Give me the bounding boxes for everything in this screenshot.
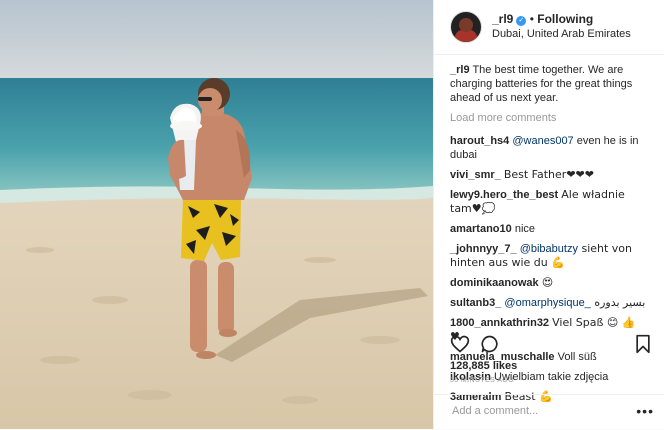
comment-username[interactable]: amartano10 [450, 223, 512, 235]
comment: amartano10 nice [450, 222, 648, 236]
more-options-icon[interactable]: ••• [636, 403, 654, 419]
username-link[interactable]: _rl9 [492, 12, 513, 26]
caption: _rl9 The best time together. We are char… [450, 63, 648, 105]
caption-username[interactable]: _rl9 [450, 64, 470, 76]
comment-icon[interactable] [480, 334, 500, 354]
bookmark-icon[interactable] [634, 334, 652, 354]
comment: vivi_smr_ Best Father❤❤❤ [450, 168, 648, 182]
post-timestamp: 55 MINUTES AGO [450, 377, 514, 384]
comment-text: Best Father❤❤❤ [503, 168, 594, 181]
load-more-comments-button[interactable]: Load more comments [450, 111, 648, 125]
comment-input[interactable] [450, 404, 634, 418]
comment-mention[interactable]: @omarphysique_ [504, 297, 590, 309]
verified-badge-icon: ✓ [516, 16, 527, 26]
comment: lewy9.hero_the_best Ale władnie tam♥💭 [450, 188, 648, 216]
likes-count[interactable]: 128,885 likes [450, 360, 517, 372]
comment-mention[interactable]: @wanes007 [512, 135, 573, 147]
comment-username[interactable]: harout_hs4 [450, 135, 509, 147]
comment: dominikaanowak 😍 [450, 276, 648, 290]
add-comment-bar: ••• [434, 394, 664, 430]
comment-username[interactable]: 1800_annkathrin32 [450, 317, 549, 329]
comment-username[interactable]: sultanb3_ [450, 297, 501, 309]
comment: _johnnyy_7_ @bibabutzy sieht von hinten … [450, 242, 648, 270]
header-separator: • [529, 12, 534, 26]
comment-text: 😍 [541, 276, 554, 289]
post-header: _rl9 ✓ • Following Dubai, United Arab Emi… [434, 0, 664, 55]
instagram-post: _rl9 ✓ • Following Dubai, United Arab Emi… [0, 0, 664, 429]
comment-username[interactable]: dominikaanowak [450, 277, 539, 289]
comment-text: بسير بدوره [590, 296, 646, 309]
comment-text: nice [514, 223, 536, 235]
post-photo[interactable] [0, 0, 433, 429]
post-sidebar: _rl9 ✓ • Following Dubai, United Arab Emi… [433, 0, 664, 429]
beach-photo [0, 0, 433, 429]
caption-text: The best time together. We are charging … [450, 64, 633, 104]
comment-username[interactable]: lewy9.hero_the_best [450, 189, 558, 201]
heart-icon[interactable] [450, 334, 470, 354]
comment: sultanb3_ @omarphysique_ بسير بدوره [450, 296, 648, 310]
comment-username[interactable]: _johnnyy_7_ [450, 243, 517, 255]
comment-mention[interactable]: @bibabutzy [520, 243, 578, 255]
header-text: _rl9 ✓ • Following Dubai, United Arab Emi… [492, 12, 631, 42]
avatar[interactable] [450, 11, 482, 43]
action-bar [450, 334, 652, 356]
location-link[interactable]: Dubai, United Arab Emirates [492, 27, 631, 42]
following-button[interactable]: Following [537, 12, 593, 26]
comment-username[interactable]: vivi_smr_ [450, 169, 501, 181]
comment: harout_hs4 @wanes007 even he is in dubai [450, 134, 648, 162]
